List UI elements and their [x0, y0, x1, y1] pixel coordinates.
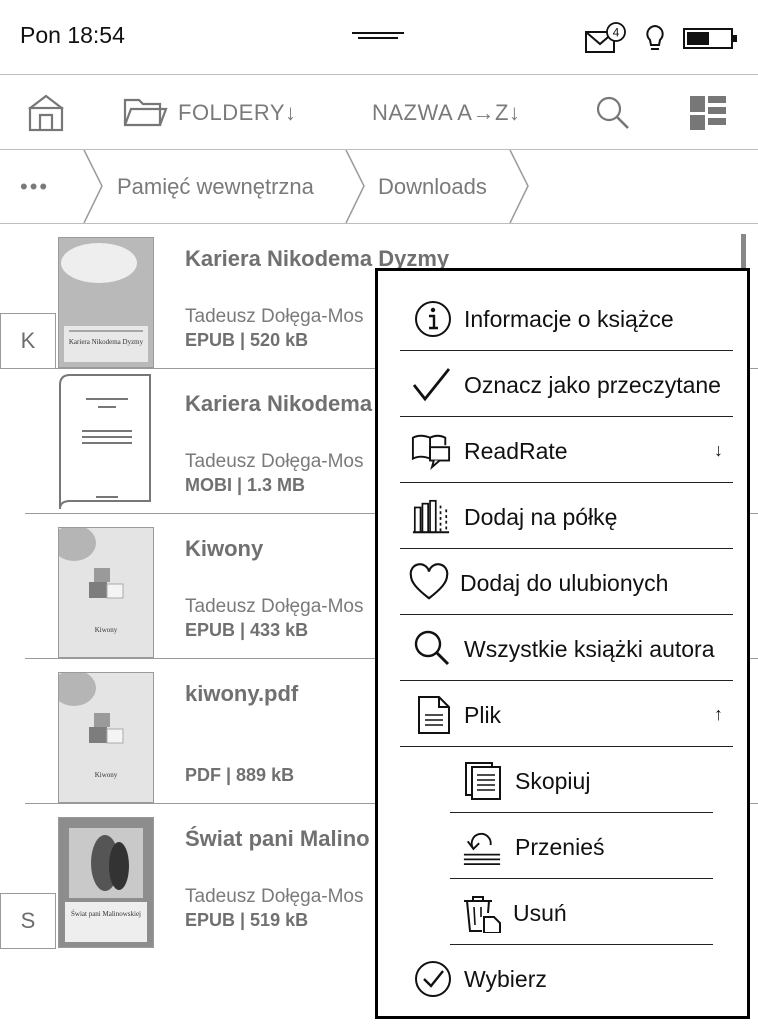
book-format-size: EPUB | 433 kB	[185, 620, 309, 640]
menu-item-label: Oznacz jako przeczytane	[464, 372, 721, 398]
menu-item-label: Plik	[464, 702, 502, 728]
breadcrumb-internal-memory[interactable]: Pamięć wewnętrzna	[117, 174, 314, 200]
menu-divider	[400, 680, 733, 681]
alphabet-index-s[interactable]: S	[0, 893, 56, 949]
book-title: kiwony.pdf	[185, 681, 299, 706]
frontlight-icon[interactable]	[644, 24, 666, 54]
menu-divider	[400, 746, 733, 747]
collapse-arrow: ↑	[714, 704, 723, 724]
sort-button[interactable]: NAZWA A→Z↓	[372, 100, 520, 126]
toolbar: FOLDERY↓ NAZWA A→Z↓	[0, 75, 758, 150]
menu-divider	[400, 416, 733, 417]
scrollbar[interactable]	[741, 234, 746, 270]
menu-item-label: Przenieś	[515, 834, 605, 860]
checkmark-icon	[412, 368, 451, 402]
cover-title: Kiwony	[94, 771, 118, 779]
book-format-size: PDF | 889 kB	[185, 765, 295, 785]
menu-divider	[400, 350, 733, 351]
menu-item-label: Skopiuj	[515, 768, 591, 794]
book-format-size: EPUB | 519 kB	[185, 910, 309, 930]
cover-title: Kiwony	[94, 626, 118, 634]
book-title: Kariera Nikodema	[185, 391, 373, 416]
menu-item-mark-read[interactable]: Oznacz jako przeczytane	[378, 352, 747, 418]
menu-item-label: Dodaj do ulubionych	[460, 570, 669, 596]
menu-divider	[400, 482, 733, 483]
menu-item-book-info[interactable]: Informacje o książce	[378, 286, 747, 352]
menu-item-file[interactable]: Plik ↑	[378, 682, 747, 748]
menu-divider	[450, 812, 713, 813]
pull-down-handle[interactable]	[352, 32, 404, 40]
heart-icon	[409, 563, 449, 600]
menu-item-readrate[interactable]: ReadRate ↓	[378, 418, 747, 484]
menu-item-author-books[interactable]: Wszystkie książki autora	[378, 616, 747, 682]
cover-title: Świat pani Malinowskiej	[71, 910, 141, 918]
mail-icon[interactable]: 4	[584, 22, 628, 56]
book-title: Kiwony	[185, 536, 264, 561]
book-title: Świat pani Malino	[185, 826, 370, 851]
menu-divider	[450, 944, 713, 945]
book-author: Tadeusz Dołęga-Mos	[185, 596, 364, 617]
info-icon	[415, 301, 451, 337]
menu-item-label: Informacje o książce	[464, 306, 674, 332]
folders-button[interactable]: FOLDERY↓	[178, 100, 297, 126]
menu-item-select[interactable]: Wybierz	[378, 946, 747, 1012]
book-format-size: MOBI | 1.3 MB	[185, 475, 306, 495]
menu-item-move[interactable]: Przenieś	[378, 814, 747, 880]
book-cover: Kiwony	[58, 672, 154, 803]
battery-icon	[683, 28, 737, 49]
book-author: Tadeusz Dołęga-Mos	[185, 886, 364, 907]
generic-book-cover-icon	[59, 374, 151, 510]
folder-icon[interactable]	[122, 95, 168, 129]
menu-divider	[400, 614, 733, 615]
cover-art	[59, 673, 153, 802]
trash-icon	[464, 896, 501, 933]
book-format-size: EPUB | 520 kB	[185, 330, 309, 350]
check-circle-icon	[415, 961, 451, 997]
cover-art	[59, 528, 153, 657]
book-author: Tadeusz Dołęga-Mos	[185, 306, 364, 327]
menu-item-label: Wszystkie książki autora	[464, 636, 715, 662]
book-cover: Świat pani Malinowskiej	[58, 817, 154, 948]
menu-divider	[400, 548, 733, 549]
file-icon	[418, 696, 450, 734]
cover-art	[59, 238, 153, 367]
view-mode-icon[interactable]	[689, 95, 727, 131]
breadcrumb-downloads[interactable]: Downloads	[378, 174, 487, 200]
status-bar: Pon 18:54 4	[0, 0, 758, 75]
book-cover: Kariera Nikodema Dyzmy	[58, 237, 154, 368]
breadcrumb-more-button[interactable]: •••	[20, 174, 49, 200]
menu-item-label: Dodaj na półkę	[464, 504, 618, 530]
menu-item-label: Usuń	[513, 900, 567, 926]
cover-title: Kariera Nikodema Dyzmy	[68, 338, 144, 346]
book-comment-icon	[411, 434, 451, 471]
menu-item-add-favorite[interactable]: Dodaj do ulubionych	[378, 550, 747, 616]
home-icon[interactable]	[26, 93, 66, 133]
menu-item-label: ReadRate	[464, 438, 568, 464]
menu-divider	[450, 878, 713, 879]
menu-item-add-to-shelf[interactable]: Dodaj na półkę	[378, 484, 747, 550]
bookshelf-icon	[412, 499, 450, 534]
context-menu: Informacje o książce Oznacz jako przeczy…	[375, 268, 750, 1019]
menu-item-delete[interactable]: Usuń	[378, 880, 747, 946]
search-icon[interactable]	[595, 95, 631, 131]
menu-item-label: Wybierz	[464, 966, 547, 992]
book-author: Tadeusz Dołęga-Mos	[185, 451, 364, 472]
search-icon	[414, 630, 450, 666]
menu-item-copy[interactable]: Skopiuj	[378, 748, 747, 814]
book-cover: Kiwony	[58, 527, 154, 658]
cover-art	[59, 818, 153, 947]
copy-icon	[465, 762, 501, 800]
alphabet-index-k[interactable]: K	[0, 313, 56, 369]
clock: Pon 18:54	[20, 22, 125, 48]
expand-arrow: ↓	[714, 440, 723, 460]
move-icon	[463, 832, 501, 865]
mail-badge-count: 4	[613, 26, 620, 40]
